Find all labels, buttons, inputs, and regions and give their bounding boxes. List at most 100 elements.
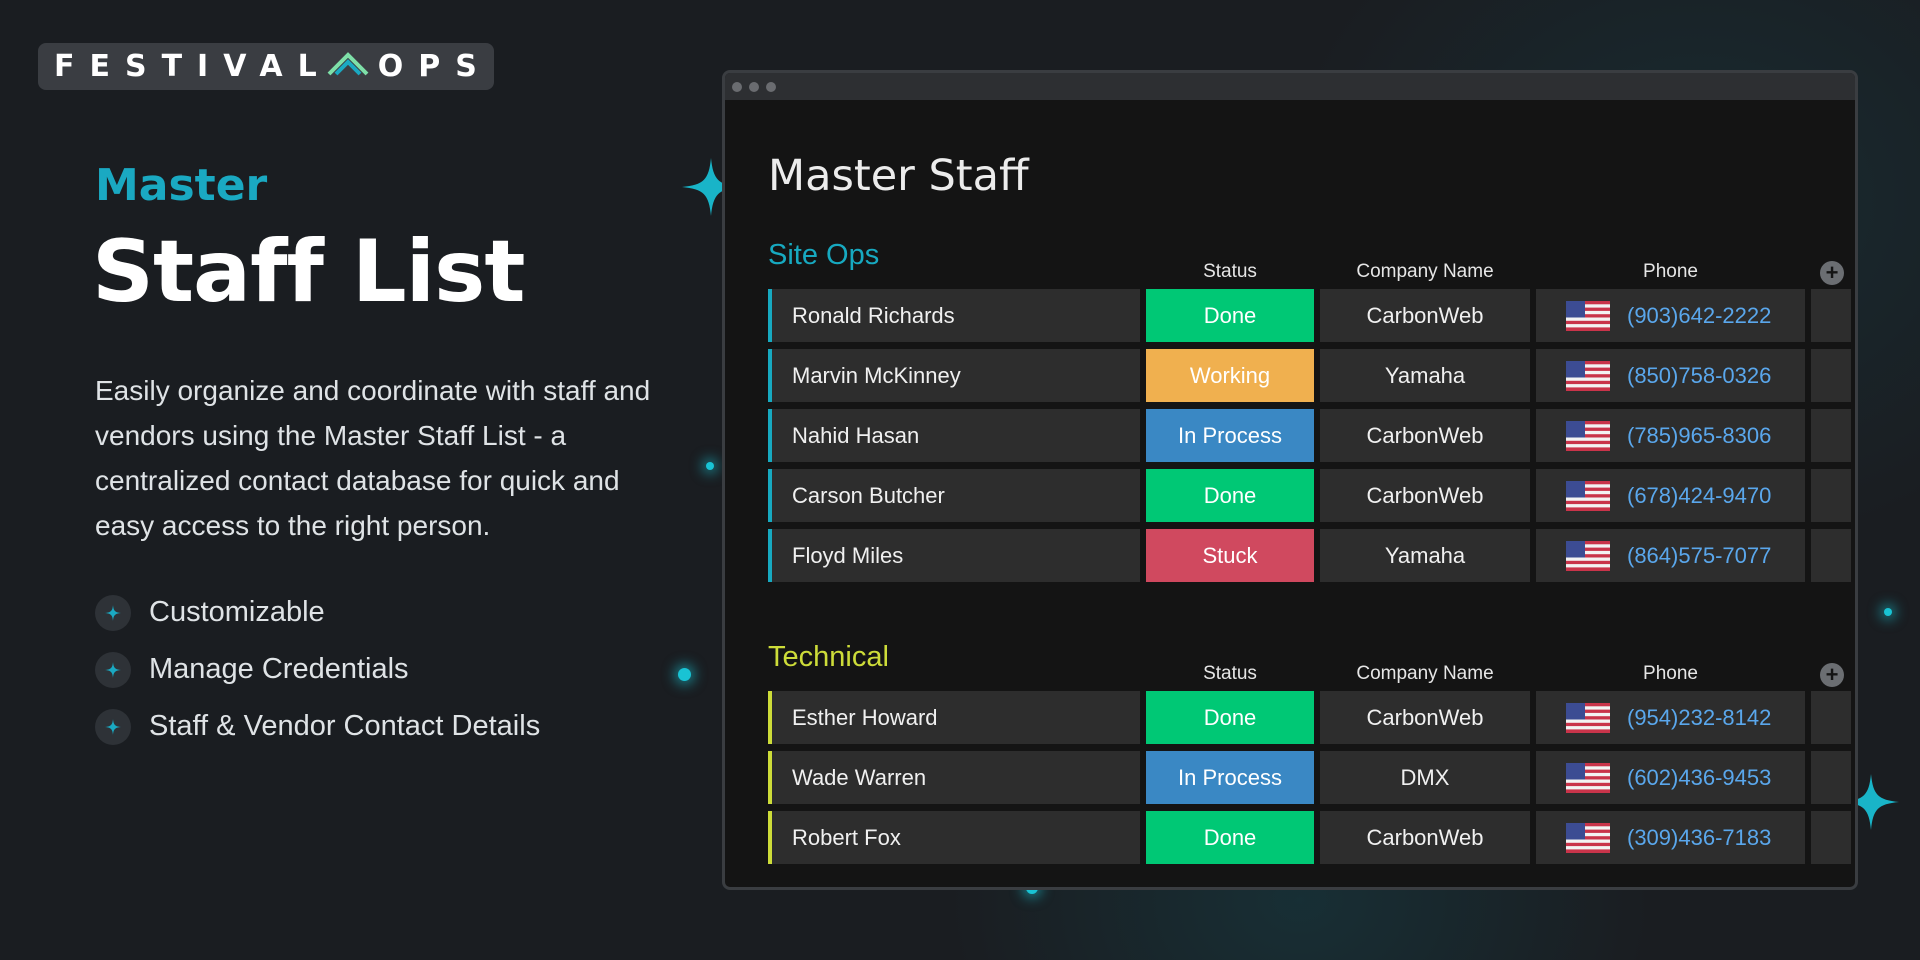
company-name[interactable]: CarbonWeb [1320,469,1530,522]
logo-text-left: FESTIVAL [54,49,332,84]
glow-dot [678,668,691,681]
staff-name[interactable]: Ronald Richards [768,289,1140,342]
staff-name[interactable]: Carson Butcher [768,469,1140,522]
phone-number[interactable]: (903)642-2222 [1627,303,1771,329]
table-row[interactable]: Carson Butcher Done CarbonWeb (678)424-9… [768,469,1855,522]
status-badge[interactable]: Working [1146,349,1314,402]
sparkle-bullet-icon [95,708,131,745]
table-row[interactable]: Floyd Miles Stuck Yamaha (864)575-7077 [768,529,1855,582]
feature-item: Manage Credentials [95,641,540,698]
add-column-icon[interactable]: + [1820,663,1844,687]
us-flag-icon [1566,420,1610,451]
status-badge[interactable]: Stuck [1146,529,1314,582]
us-flag-icon [1566,822,1610,853]
table-row[interactable]: Esther Howard Done CarbonWeb (954)232-81… [768,691,1855,744]
staff-name[interactable]: Nahid Hasan [768,409,1140,462]
column-header-status[interactable]: Status [1146,261,1314,283]
phone-number[interactable]: (954)232-8142 [1627,705,1771,731]
phone-number[interactable]: (309)436-7183 [1627,825,1771,851]
phone-number[interactable]: (850)758-0326 [1627,363,1771,389]
extra-cell[interactable] [1811,409,1851,462]
extra-cell[interactable] [1811,751,1851,804]
staff-name[interactable]: Wade Warren [768,751,1140,804]
extra-cell[interactable] [1811,469,1851,522]
phone-cell[interactable]: (954)232-8142 [1536,691,1805,744]
staff-name[interactable]: Esther Howard [768,691,1140,744]
us-flag-icon [1566,762,1610,793]
us-flag-icon [1566,540,1610,571]
company-name[interactable]: Yamaha [1320,349,1530,402]
window-minimize-dot[interactable] [749,81,759,92]
column-header-company[interactable]: Company Name [1320,261,1530,283]
column-header-phone[interactable]: Phone [1536,261,1805,283]
status-badge[interactable]: Done [1146,289,1314,342]
extra-cell[interactable] [1811,289,1851,342]
logo-house-icon [326,49,370,85]
table-row[interactable]: Robert Fox Done CarbonWeb (309)436-7183 [768,811,1855,864]
extra-cell[interactable] [1811,811,1851,864]
feature-item: Customizable [95,584,540,641]
window-title-bar [725,73,1855,100]
table-row[interactable]: Ronald Richards Done CarbonWeb (903)642-… [768,289,1855,342]
company-name[interactable]: Yamaha [1320,529,1530,582]
app-window: Master Staff Site Ops Status Company Nam… [722,70,1858,890]
extra-cell[interactable] [1811,529,1851,582]
table-row[interactable]: Marvin McKinney Working Yamaha (850)758-… [768,349,1855,402]
phone-cell[interactable]: (309)436-7183 [1536,811,1805,864]
column-header-company[interactable]: Company Name [1320,663,1530,685]
staff-name[interactable]: Marvin McKinney [768,349,1140,402]
phone-number[interactable]: (602)436-9453 [1627,765,1771,791]
column-header-phone[interactable]: Phone [1536,663,1805,685]
hero-title: Staff List [92,222,525,322]
board-title: Master Staff [768,151,1029,201]
feature-label: Customizable [149,596,325,628]
column-header-status[interactable]: Status [1146,663,1314,685]
window-close-dot[interactable] [732,81,742,92]
logo-text-right: OPS [377,49,492,84]
group-column-headers: Status Company Name Phone + [768,663,1855,693]
group-rows: Ronald Richards Done CarbonWeb (903)642-… [768,289,1855,589]
phone-cell[interactable]: (785)965-8306 [1536,409,1805,462]
company-name[interactable]: DMX [1320,751,1530,804]
table-row[interactable]: Wade Warren In Process DMX (602)436-9453 [768,751,1855,804]
phone-number[interactable]: (785)965-8306 [1627,423,1771,449]
group-column-headers: Status Company Name Phone + [768,261,1855,291]
staff-name[interactable]: Robert Fox [768,811,1140,864]
festival-ops-logo: FESTIVAL OPS [38,43,494,90]
staff-name[interactable]: Floyd Miles [768,529,1140,582]
table-row[interactable]: Nahid Hasan In Process CarbonWeb (785)96… [768,409,1855,462]
us-flag-icon [1566,702,1610,733]
window-maximize-dot[interactable] [766,81,776,92]
company-name[interactable]: CarbonWeb [1320,289,1530,342]
phone-number[interactable]: (864)575-7077 [1627,543,1771,569]
add-column-icon[interactable]: + [1820,261,1844,285]
hero-kicker: Master [95,160,268,211]
glow-dot [1884,608,1892,616]
status-badge[interactable]: Done [1146,469,1314,522]
us-flag-icon [1566,480,1610,511]
hero-description: Easily organize and coordinate with staf… [95,375,651,541]
feature-list: Customizable Manage Credentials Staff & … [95,584,540,755]
group-rows: Esther Howard Done CarbonWeb (954)232-81… [768,691,1855,871]
status-badge[interactable]: Done [1146,691,1314,744]
phone-cell[interactable]: (850)758-0326 [1536,349,1805,402]
us-flag-icon [1566,300,1610,331]
phone-cell[interactable]: (678)424-9470 [1536,469,1805,522]
phone-cell[interactable]: (602)436-9453 [1536,751,1805,804]
extra-cell[interactable] [1811,349,1851,402]
company-name[interactable]: CarbonWeb [1320,691,1530,744]
feature-label: Staff & Vendor Contact Details [149,710,541,742]
company-name[interactable]: CarbonWeb [1320,409,1530,462]
status-badge[interactable]: In Process [1146,409,1314,462]
company-name[interactable]: CarbonWeb [1320,811,1530,864]
status-badge[interactable]: Done [1146,811,1314,864]
feature-item: Staff & Vendor Contact Details [95,698,540,755]
phone-cell[interactable]: (864)575-7077 [1536,529,1805,582]
us-flag-icon [1566,360,1610,391]
status-badge[interactable]: In Process [1146,751,1314,804]
phone-cell[interactable]: (903)642-2222 [1536,289,1805,342]
phone-number[interactable]: (678)424-9470 [1627,483,1771,509]
sparkle-bullet-icon [95,594,131,631]
extra-cell[interactable] [1811,691,1851,744]
sparkle-bullet-icon [95,651,131,688]
